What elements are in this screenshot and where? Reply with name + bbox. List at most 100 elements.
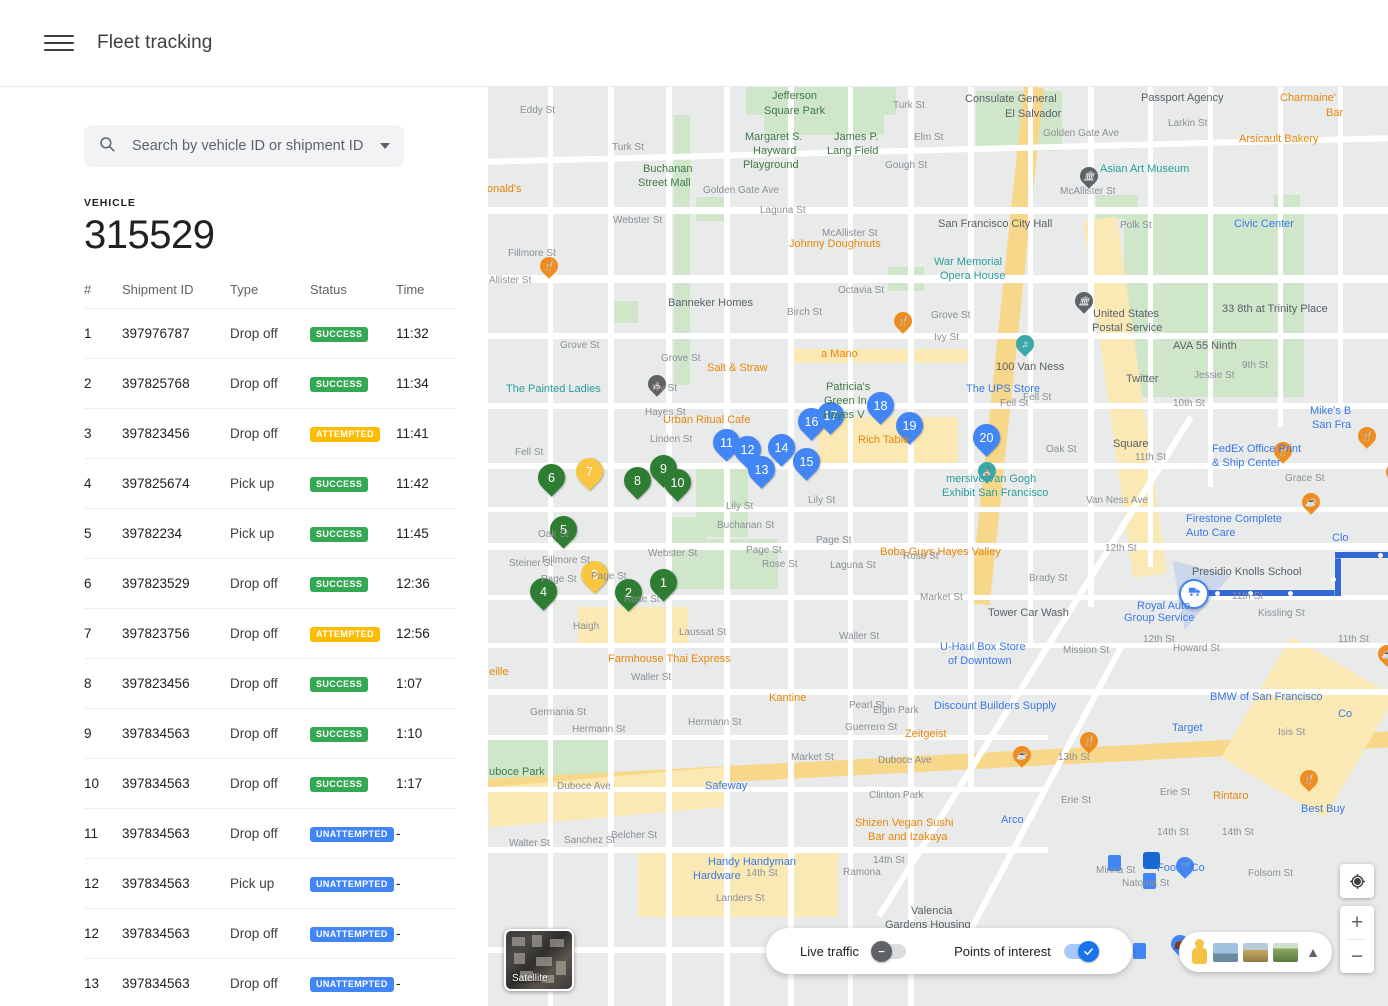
cell-type: Pick up bbox=[230, 858, 310, 908]
marker-label: 1 bbox=[650, 569, 677, 596]
search-bar[interactable] bbox=[84, 125, 404, 167]
map-stop-marker-1[interactable]: 1 bbox=[644, 563, 682, 601]
cell-shipment-id: 397823529 bbox=[122, 558, 230, 608]
toggle-switch[interactable] bbox=[1064, 944, 1098, 959]
zoom-in-button[interactable]: + bbox=[1340, 906, 1374, 939]
column-time: Time bbox=[396, 282, 456, 309]
fleet-tracking-app: Fleet tracking VEHICLE 315529 bbox=[0, 0, 1388, 1006]
map-label: Charmaine' bbox=[1280, 92, 1336, 104]
live-traffic-toggle[interactable]: Live traffic bbox=[800, 944, 906, 959]
table-row[interactable]: 8397823456Drop offSUCCESS1:07 bbox=[84, 658, 456, 708]
status-badge: SUCCESS bbox=[310, 327, 368, 342]
column-status: Status bbox=[310, 282, 396, 309]
cell-shipment-id: 397976787 bbox=[122, 308, 230, 358]
metro-icon bbox=[1143, 852, 1160, 869]
map-label: Target bbox=[1172, 722, 1203, 734]
marker-label: 4 bbox=[530, 578, 557, 605]
status-badge: SUCCESS bbox=[310, 527, 368, 542]
cell-shipment-id: 397834563 bbox=[122, 808, 230, 858]
cell-index: 2 bbox=[84, 358, 122, 408]
cell-type: Drop off bbox=[230, 608, 310, 658]
map-label: Larkin St bbox=[1168, 118, 1207, 129]
search-section bbox=[84, 125, 404, 167]
cell-status: SUCCESS bbox=[310, 358, 396, 408]
map-label: Hermann St bbox=[688, 717, 741, 728]
map-stop-marker-15[interactable]: 15 bbox=[787, 442, 825, 480]
map-stop-marker-3[interactable]: 3 bbox=[575, 555, 613, 593]
marker-label: 19 bbox=[896, 412, 923, 439]
table-row[interactable]: 9397834563Drop offSUCCESS1:10 bbox=[84, 708, 456, 758]
cell-index: 11 bbox=[84, 808, 122, 858]
street-view-thumbnail[interactable] bbox=[1273, 943, 1298, 962]
map-canvas[interactable]: ⛪ 🍴 🍴 🏛 🏛 🎨 ♫ 🍴 🛒 ✉ 🏛 🍴 🍴 🍴 🛍 ☕ ⛪ 🍴 🎓 🎨 bbox=[488, 87, 1388, 1006]
table-row[interactable]: 4397825674Pick upSUCCESS11:42 bbox=[84, 458, 456, 508]
my-location-icon[interactable] bbox=[1340, 864, 1374, 898]
map-stop-marker-17[interactable]: 17 bbox=[811, 396, 849, 434]
table-header-row: # Shipment ID Type Status Time bbox=[84, 282, 456, 309]
cell-shipment-id: 397834563 bbox=[122, 958, 230, 1006]
toggle-switch[interactable] bbox=[872, 944, 906, 959]
table-row[interactable]: 7397823756Drop offATTEMPTED12:56 bbox=[84, 608, 456, 658]
chevron-up-icon[interactable]: ▲ bbox=[1306, 944, 1320, 960]
search-input[interactable] bbox=[132, 138, 372, 154]
cell-status: UNATTEMPTED bbox=[310, 958, 396, 1006]
column-shipment-id: Shipment ID bbox=[122, 282, 230, 309]
cell-status: UNATTEMPTED bbox=[310, 808, 396, 858]
map-label: Rintaro bbox=[1213, 790, 1248, 802]
map-label: Germania St bbox=[530, 707, 586, 718]
parking-icon bbox=[1133, 943, 1146, 959]
table-row[interactable]: 6397823529Drop offSUCCESS12:36 bbox=[84, 558, 456, 608]
cell-status: SUCCESS bbox=[310, 308, 396, 358]
cell-time: - bbox=[396, 808, 456, 858]
table-row[interactable]: 11397834563Drop offUNATTEMPTED- bbox=[84, 808, 456, 858]
cell-index: 7 bbox=[84, 608, 122, 658]
chevron-down-icon[interactable] bbox=[380, 143, 390, 149]
table-row[interactable]: 539782234Pick upSUCCESS11:45 bbox=[84, 508, 456, 558]
marker-label: 6 bbox=[538, 464, 565, 491]
map-stop-marker-5[interactable]: 5 bbox=[544, 510, 582, 548]
cell-status: SUCCESS bbox=[310, 758, 396, 808]
map-stop-marker-7[interactable]: 7 bbox=[570, 452, 608, 490]
vehicle-summary: VEHICLE 315529 bbox=[84, 197, 404, 258]
map-label: Auto Care bbox=[1186, 527, 1236, 539]
map-stop-marker-18[interactable]: 18 bbox=[861, 386, 899, 424]
satellite-layer-toggle[interactable]: Satellite bbox=[504, 929, 574, 991]
cell-index: 10 bbox=[84, 758, 122, 808]
table-row[interactable]: 13397834563Drop offUNATTEMPTED- bbox=[84, 958, 456, 1006]
cell-type: Drop off bbox=[230, 958, 310, 1006]
hamburger-menu-icon[interactable] bbox=[44, 28, 74, 58]
map-label: Hermann St bbox=[572, 724, 625, 735]
table-head: # Shipment ID Type Status Time bbox=[84, 282, 456, 309]
table-row[interactable]: 12397834563Drop offUNATTEMPTED- bbox=[84, 908, 456, 958]
map-label: Lily St bbox=[808, 495, 835, 506]
map-panel[interactable]: ⛪ 🍴 🍴 🏛 🏛 🎨 ♫ 🍴 🛒 ✉ 🏛 🍴 🍴 🍴 🛍 ☕ ⛪ 🍴 🎓 🎨 bbox=[488, 87, 1388, 1006]
points-of-interest-toggle[interactable]: Points of interest bbox=[954, 944, 1098, 959]
cell-status: ATTEMPTED bbox=[310, 408, 396, 458]
map-stop-marker-2[interactable]: 2 bbox=[609, 573, 647, 611]
table-body: 1397976787Drop offSUCCESS11:322397825768… bbox=[84, 308, 456, 1006]
map-label: Folsom St bbox=[1248, 868, 1293, 879]
cell-shipment-id: 397823456 bbox=[122, 408, 230, 458]
vehicle-marker[interactable] bbox=[1179, 579, 1209, 609]
map-label: eille bbox=[489, 666, 509, 678]
map-stop-marker-6[interactable]: 6 bbox=[532, 458, 570, 496]
table-row[interactable]: 3397823456Drop offATTEMPTED11:41 bbox=[84, 408, 456, 458]
pegman-street-view-icon[interactable] bbox=[1191, 939, 1208, 965]
street-view-thumbnail[interactable] bbox=[1213, 943, 1238, 962]
map-stop-marker-20[interactable]: 20 bbox=[967, 418, 1005, 456]
table-row[interactable]: 10397834563Drop offSUCCESS1:17 bbox=[84, 758, 456, 808]
cell-index: 6 bbox=[84, 558, 122, 608]
street-view-thumbnail[interactable] bbox=[1243, 943, 1268, 962]
table-row[interactable]: 1397976787Drop offSUCCESS11:32 bbox=[84, 308, 456, 358]
zoom-out-button[interactable]: − bbox=[1340, 940, 1374, 973]
cell-status: SUCCESS bbox=[310, 558, 396, 608]
map-layers-card: Live traffic Points of interest bbox=[766, 928, 1132, 974]
map-stop-marker-10[interactable]: 10 bbox=[658, 463, 696, 501]
cell-type: Drop off bbox=[230, 558, 310, 608]
map-label: 14th St bbox=[873, 855, 905, 866]
table-row[interactable]: 2397825768Drop offSUCCESS11:34 bbox=[84, 358, 456, 408]
map-stop-marker-4[interactable]: 4 bbox=[524, 572, 562, 610]
table-row[interactable]: 12397834563Pick upUNATTEMPTED- bbox=[84, 858, 456, 908]
map-stop-marker-19[interactable]: 19 bbox=[890, 406, 928, 444]
status-badge: SUCCESS bbox=[310, 577, 368, 592]
